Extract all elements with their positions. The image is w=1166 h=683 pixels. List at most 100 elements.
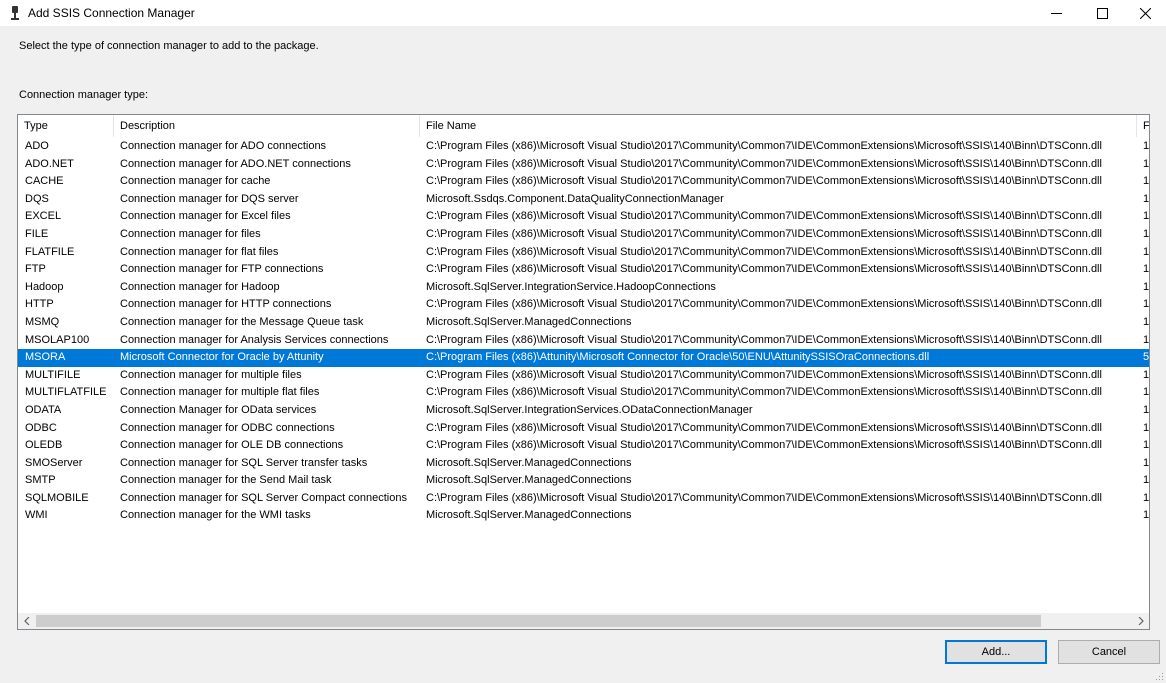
table-row[interactable]: SMTP Connection manager for the Send Mail… — [18, 472, 1149, 490]
maximize-button[interactable] — [1079, 0, 1125, 26]
row-description-cell: Connection manager for DQS server — [120, 192, 299, 205]
chevron-left-icon — [23, 617, 29, 625]
table-row[interactable]: ODBC Connection manager for ODBC connecti… — [18, 420, 1149, 438]
row-extra-cell: 1 — [1143, 315, 1150, 328]
row-type-cell: SMTP — [25, 474, 56, 487]
column-header-description[interactable]: Description — [114, 115, 420, 137]
row-extra-cell: 1- — [1143, 210, 1150, 223]
row-type-cell: SQLMOBILE — [25, 491, 89, 504]
minimize-button[interactable] — [1033, 0, 1079, 26]
connection-type-list[interactable]: Type Description File Name F ADO Connecti… — [17, 114, 1150, 630]
row-type-cell: CACHE — [25, 175, 64, 188]
row-extra-cell: 1- — [1143, 491, 1150, 504]
list-label: Connection manager type: — [19, 89, 149, 101]
table-row[interactable]: MSMQ Connection manager for the Message Q… — [18, 314, 1150, 332]
row-type-cell: MULTIFLATFILE — [25, 386, 107, 399]
row-description-cell: Connection Manager for OData services — [120, 403, 317, 416]
row-description-cell: Connection manager for flat files — [120, 245, 279, 258]
row-extra-cell: 1- — [1143, 227, 1150, 240]
row-type-cell: ODBC — [25, 421, 57, 434]
row-type-cell: MSOLAP100 — [25, 333, 90, 346]
row-file-name-cell: C:\Program Files (x86)\Microsoft Visual … — [426, 421, 1102, 434]
row-description-cell: Connection manager for FTP connections — [120, 263, 324, 276]
row-extra-cell: 1- — [1143, 245, 1150, 258]
row-type-cell: HTTP — [25, 298, 54, 311]
instruction-text: Select the type of connection manager to… — [19, 40, 319, 52]
table-row[interactable]: MULTIFLATFILE Connection manager for mult… — [18, 384, 1149, 402]
row-description-cell: Connection manager for cache — [120, 175, 271, 188]
row-file-name-cell: Microsoft.SqlServer.IntegrationServices.… — [426, 403, 753, 416]
scroll-right-button[interactable] — [1132, 613, 1149, 629]
row-type-cell: OLEDB — [25, 439, 63, 452]
add-button[interactable]: Add... — [945, 640, 1047, 664]
table-row[interactable]: FTP Connection manager for FTP connection… — [18, 261, 1149, 279]
row-description-cell: Connection manager for the Message Queue… — [120, 315, 364, 328]
row-type-cell: FTP — [25, 263, 46, 276]
scroll-left-button[interactable] — [18, 613, 35, 629]
close-icon — [1139, 7, 1151, 19]
row-file-name-cell: C:\Program Files (x86)\Microsoft Visual … — [426, 175, 1102, 188]
table-row[interactable]: DQS Connection manager for DQS server Micr… — [18, 191, 1149, 209]
table-row[interactable]: FILE Connection manager for files C:\Progr… — [18, 226, 1150, 244]
window-title: Add SSIS Connection Manager — [28, 6, 195, 20]
row-extra-cell: 5 — [1143, 351, 1150, 364]
table-row[interactable]: MSOLAP100 Connection manager for Analysis… — [18, 332, 1149, 350]
close-button[interactable] — [1122, 0, 1166, 26]
row-file-name-cell: Microsoft.SqlServer.ManagedConnections — [426, 456, 632, 469]
row-description-cell: Connection manager for files — [120, 227, 261, 240]
list-header: Type Description File Name F — [18, 115, 1149, 137]
row-extra-cell: 1- — [1143, 298, 1150, 311]
row-type-cell: ADO.NET — [25, 157, 74, 170]
table-row[interactable]: SQLMOBILE Connection manager for SQL Serv… — [18, 490, 1150, 508]
row-description-cell: Connection manager for multiple flat fil… — [120, 386, 320, 399]
row-file-name-cell: C:\Program Files (x86)\Attunity\Microsof… — [426, 351, 930, 364]
scrollbar-thumb[interactable] — [36, 615, 1041, 627]
row-description-cell: Connection manager for OLE DB connection… — [120, 439, 344, 452]
row-description-cell: Connection manager for HTTP connections — [120, 298, 332, 311]
table-row[interactable]: Hadoop Connection manager for Hadoop Micro… — [18, 279, 1150, 297]
row-description-cell: Connection manager for SQL Server transf… — [120, 456, 368, 469]
table-row[interactable]: ADO.NET Connection manager for ADO.NET co… — [18, 156, 1149, 174]
row-extra-cell: 1 — [1143, 403, 1150, 416]
row-extra-cell: 1 — [1143, 280, 1150, 293]
row-description-cell: Connection manager for ADO.NET connectio… — [120, 157, 351, 170]
row-extra-cell: 1- — [1143, 439, 1150, 452]
row-file-name-cell: Microsoft.SqlServer.ManagedConnections — [426, 315, 632, 328]
table-row[interactable]: MULTIFILE Connection manager for multiple… — [18, 367, 1149, 385]
row-description-cell: Connection manager for ODBC connections — [120, 421, 335, 434]
row-file-name-cell: Microsoft.Ssdqs.Component.DataQualityCon… — [426, 192, 724, 205]
table-row[interactable]: EXCEL Connection manager for Excel files C… — [18, 208, 1150, 226]
row-file-name-cell: C:\Program Files (x86)\Microsoft Visual … — [426, 140, 1102, 152]
column-header-extra[interactable]: F — [1137, 115, 1149, 137]
table-row[interactable]: WMI Connection manager for the WMI tasks M… — [18, 507, 1149, 525]
table-row[interactable]: MSORA Microsoft Connector for Oracle by A… — [18, 349, 1150, 367]
row-type-cell: WMI — [25, 509, 48, 522]
row-file-name-cell: C:\Program Files (x86)\Microsoft Visual … — [426, 245, 1102, 258]
resize-grip-icon[interactable] — [1154, 671, 1164, 681]
row-file-name-cell: C:\Program Files (x86)\Microsoft Visual … — [426, 491, 1102, 504]
row-type-cell: FILE — [25, 227, 49, 240]
row-file-name-cell: Microsoft.SqlServer.ManagedConnections — [426, 474, 632, 487]
table-row[interactable]: ADO Connection manager for ADO connection… — [18, 138, 1150, 156]
table-row[interactable]: HTTP Connection manager for HTTP connecti… — [18, 296, 1150, 314]
table-row[interactable]: ODATA Connection Manager for OData servic… — [18, 402, 1150, 420]
table-row[interactable]: SMOServer Connection manager for SQL Serv… — [18, 455, 1150, 473]
cancel-button[interactable]: Cancel — [1058, 640, 1160, 664]
title-bar: Add SSIS Connection Manager — [0, 0, 1166, 26]
row-description-cell: Connection manager for SQL Server Compac… — [120, 491, 407, 504]
row-description-cell: Connection manager for the Send Mail tas… — [120, 474, 332, 487]
row-file-name-cell: C:\Program Files (x86)\Microsoft Visual … — [426, 210, 1102, 223]
chevron-right-icon — [1138, 617, 1144, 625]
row-description-cell: Connection manager for the WMI tasks — [120, 509, 311, 522]
row-extra-cell: 1- — [1143, 140, 1150, 152]
horizontal-scrollbar[interactable] — [18, 613, 1149, 629]
table-row[interactable]: OLEDB Connection manager for OLE DB conne… — [18, 437, 1150, 455]
row-extra-cell: 1 — [1143, 456, 1150, 469]
table-row[interactable]: CACHE Connection manager for cache C:\Prog… — [18, 173, 1149, 191]
row-type-cell: EXCEL — [25, 210, 62, 223]
column-header-type[interactable]: Type — [18, 115, 114, 137]
table-row[interactable]: FLATFILE Connection manager for flat file… — [18, 244, 1150, 262]
column-header-file-name[interactable]: File Name — [420, 115, 1137, 137]
row-file-name-cell: C:\Program Files (x86)\Microsoft Visual … — [426, 263, 1102, 276]
row-type-cell: ADO — [25, 140, 49, 152]
